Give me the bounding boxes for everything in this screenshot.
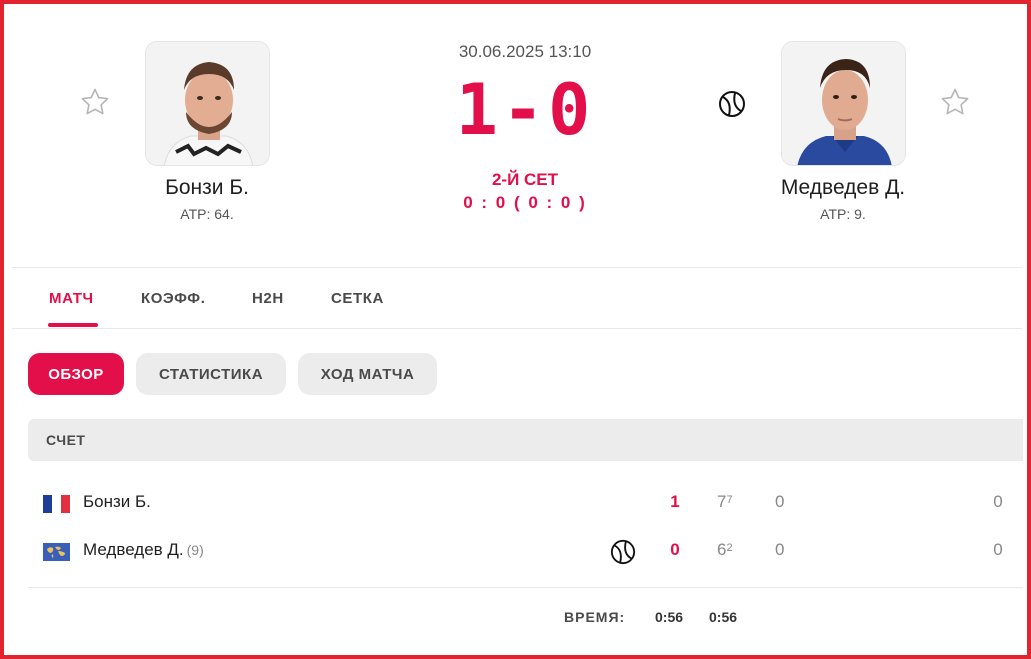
score-row-home[interactable]: Бонзи Б. 1 77 0 0 bbox=[28, 488, 1023, 518]
flag-france-icon bbox=[43, 495, 70, 513]
match-score: 1-0 bbox=[455, 69, 595, 151]
flag-world-icon bbox=[43, 543, 70, 561]
serving-tennis-ball-icon bbox=[610, 539, 636, 570]
row-game-points: 0 bbox=[993, 492, 1003, 511]
score-divider bbox=[28, 587, 1023, 588]
row-sets-won: 0 bbox=[670, 540, 680, 559]
subtab-match-course[interactable]: ХОД МАТЧА bbox=[298, 353, 437, 395]
subtab-statistics[interactable]: СТАТИСТИКА bbox=[136, 353, 286, 395]
home-player-rank: ATP: 64. bbox=[180, 206, 234, 222]
away-player-photo[interactable] bbox=[781, 41, 906, 166]
match-time-label: ВРЕМЯ: bbox=[564, 609, 626, 625]
favorite-away-star-icon[interactable] bbox=[939, 86, 971, 118]
score-row-away[interactable]: Медведев Д. (9) 0 62 0 0 bbox=[28, 536, 1023, 566]
row-set1-tiebreak: 2 bbox=[726, 542, 733, 554]
tab-odds[interactable]: КОЭФФ. bbox=[141, 290, 205, 307]
row-player-name[interactable]: Медведев Д. (9) bbox=[83, 540, 204, 560]
away-player-rank: ATP: 9. bbox=[820, 206, 866, 222]
tabs-divider bbox=[12, 328, 1022, 329]
subtab-overview[interactable]: ОБЗОР bbox=[28, 353, 124, 395]
tab-h2h[interactable]: H2H bbox=[252, 290, 284, 307]
row-set1-games: 62 bbox=[717, 540, 733, 559]
current-set-score: 0 : 0 ( 0 : 0 ) bbox=[463, 193, 587, 212]
row-set1-tiebreak: 7 bbox=[726, 494, 733, 506]
home-player-photo[interactable] bbox=[145, 41, 270, 166]
tab-draw[interactable]: СЕТКА bbox=[331, 290, 384, 307]
row-set2-games: 0 bbox=[775, 540, 785, 559]
row-game-points: 0 bbox=[993, 540, 1003, 559]
home-player-name[interactable]: Бонзи Б. bbox=[97, 176, 317, 200]
match-datetime: 30.06.2025 13:10 bbox=[458, 42, 592, 61]
match-time-set1: 0:56 bbox=[709, 609, 738, 625]
score-section-header: СЧЕТ bbox=[28, 419, 1023, 461]
row-player-seed: (9) bbox=[186, 542, 204, 558]
away-player-name[interactable]: Медведев Д. bbox=[733, 176, 953, 200]
favorite-home-star-icon[interactable] bbox=[79, 86, 111, 118]
row-set1-games: 77 bbox=[717, 492, 733, 511]
active-tab-indicator bbox=[48, 323, 98, 327]
tab-match[interactable]: МАТЧ bbox=[49, 290, 94, 307]
row-player-name[interactable]: Бонзи Б. bbox=[83, 492, 151, 512]
match-time-total: 0:56 bbox=[655, 609, 684, 625]
header-divider bbox=[12, 267, 1022, 268]
row-set2-games: 0 bbox=[775, 492, 785, 511]
row-sets-won: 1 bbox=[670, 492, 680, 511]
current-set-label: 2-Й СЕТ bbox=[491, 170, 559, 189]
tennis-ball-icon bbox=[718, 90, 746, 118]
